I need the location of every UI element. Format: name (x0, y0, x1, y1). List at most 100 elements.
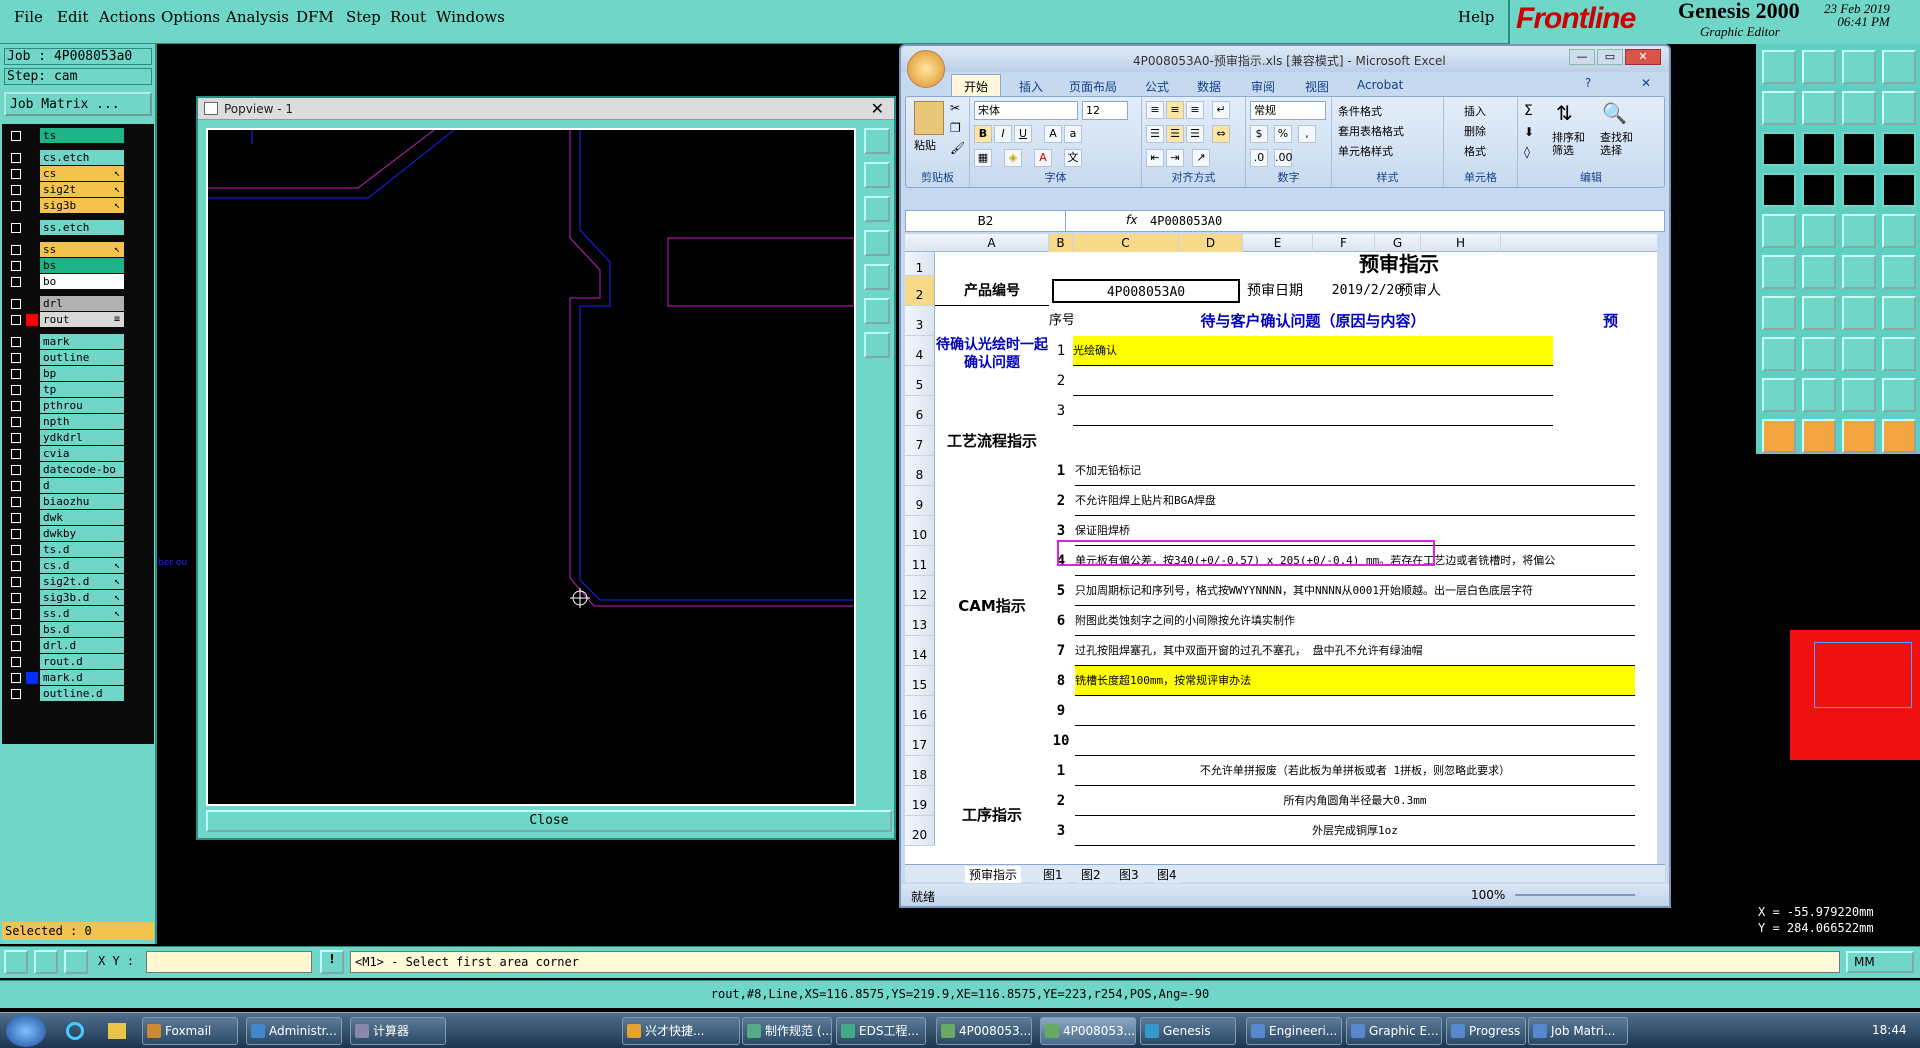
window-close-icon[interactable]: ✕ (1625, 49, 1661, 65)
layer-row[interactable]: ss.etch (2, 220, 154, 235)
home-icon[interactable] (1842, 50, 1876, 84)
tool-a-icon[interactable] (1842, 173, 1876, 207)
layer-row[interactable]: tp (2, 382, 154, 397)
row-header[interactable]: 17 (905, 726, 935, 756)
layer-row[interactable]: cs.d ↖ (2, 558, 154, 573)
layer-row[interactable]: dwkby (2, 526, 154, 541)
layer-row[interactable]: npth (2, 414, 154, 429)
layer-name[interactable]: datecode-bo (40, 462, 124, 477)
group-icon[interactable] (1882, 337, 1916, 371)
layer-checkbox[interactable] (11, 369, 21, 379)
layer-row[interactable]: rout ≡ (2, 312, 154, 327)
row-header[interactable]: 19 (905, 786, 935, 816)
layer-row[interactable]: outline.d (2, 686, 154, 701)
tab-data[interactable]: 数据 (1197, 78, 1221, 95)
layer-name[interactable]: d (40, 478, 124, 493)
formula-input[interactable]: 4P008053A0 (1150, 214, 1222, 228)
cursor4-icon[interactable] (1882, 419, 1916, 453)
arc-icon[interactable] (1842, 296, 1876, 330)
layer-checkbox[interactable] (11, 545, 21, 555)
cross-icon[interactable] (1802, 173, 1836, 207)
pending-text[interactable]: 光绘确认 (1073, 336, 1553, 366)
layer-row[interactable]: ss ↖ (2, 242, 154, 257)
layer-name[interactable]: pthrou (40, 398, 124, 413)
layer-checkbox[interactable] (11, 353, 21, 363)
layer-name[interactable]: ss.etch (40, 220, 124, 235)
zoom-level[interactable]: 100% (1471, 888, 1505, 902)
column-header[interactable]: F (1313, 234, 1375, 252)
decrease-decimal-icon[interactable]: .00 (1274, 149, 1293, 167)
format-cells-button[interactable]: 格式 (1464, 143, 1486, 159)
layer-checkbox[interactable] (11, 131, 21, 141)
layer-checkbox[interactable] (11, 641, 21, 651)
explorer-icon[interactable] (108, 1023, 126, 1039)
layer-checkbox[interactable] (11, 153, 21, 163)
comma-icon[interactable]: , (1298, 125, 1316, 143)
process-text[interactable]: 外层完成铜厚1oz (1075, 816, 1635, 846)
layer-checkbox[interactable] (11, 401, 21, 411)
sheet-tab[interactable]: 预审指示 (965, 866, 1022, 883)
function-icon[interactable]: fx (1126, 213, 1137, 227)
layer-row[interactable]: cs ↖ (2, 166, 154, 181)
copy-icon[interactable]: ❐ (950, 121, 961, 135)
layer-row[interactable]: mark (2, 334, 154, 349)
zoom-window-icon[interactable] (864, 264, 890, 290)
layer-name[interactable]: cvia (40, 446, 124, 461)
xy-input[interactable] (146, 951, 312, 973)
layer-name[interactable]: biaozhu (40, 494, 124, 509)
layer-checkbox[interactable] (11, 337, 21, 347)
fill-icon[interactable]: ⬇ (1524, 125, 1534, 139)
process-seq[interactable]: 2 (1049, 786, 1073, 816)
process-text[interactable]: 所有内角圆角半径最大0.3mm (1075, 786, 1635, 816)
column-header[interactable]: C (1073, 234, 1179, 252)
cam-text[interactable]: 附图此类蚀刻字之间的小间隙按允许填实制作 (1075, 606, 1635, 636)
layer-row[interactable]: d (2, 478, 154, 493)
triangle-icon[interactable] (1762, 378, 1796, 412)
pan-icon[interactable] (864, 230, 890, 256)
start-button[interactable] (6, 1015, 46, 1047)
pending-group-label[interactable]: 待确认光绘时一起确认问题 (935, 336, 1049, 396)
layer-checkbox[interactable] (11, 561, 21, 571)
layer-row[interactable]: ss.d ↖ (2, 606, 154, 621)
process-seq[interactable]: 3 (1049, 816, 1073, 846)
menu-analysis[interactable]: Analysis (226, 8, 289, 26)
zoom-home-icon[interactable] (864, 298, 890, 324)
row-header[interactable]: 1 (905, 252, 935, 276)
layer-checkbox[interactable] (11, 433, 21, 443)
sheet-tab[interactable]: 图4 (1153, 866, 1181, 883)
cam-text[interactable]: 只加周期标记和序列号，格式按WWYYNNNN，其中NNNN从0001开始顺越。出… (1075, 576, 1635, 606)
layer-row[interactable]: ts (2, 128, 154, 143)
layer-name[interactable]: cs.etch (40, 150, 124, 165)
ruler-icon[interactable] (1882, 91, 1916, 125)
triangle4-icon[interactable] (1882, 378, 1916, 412)
scale-icon[interactable] (1842, 132, 1876, 166)
polygon-icon[interactable] (1882, 296, 1916, 330)
line2-icon[interactable] (1802, 296, 1836, 330)
layer-name[interactable]: tp (40, 382, 124, 397)
cam-text[interactable]: 过孔按阻焊塞孔，其中双面开窗的过孔不塞孔， 盘中孔不允许有绿油帽 (1075, 636, 1635, 666)
row-header[interactable]: 16 (905, 696, 935, 726)
cell-style-button[interactable]: 单元格样式 (1338, 143, 1393, 159)
conditional-format-button[interactable]: 条件格式 (1338, 103, 1382, 119)
zoom-center-icon[interactable] (864, 332, 890, 358)
menu-edit[interactable]: Edit (57, 8, 88, 26)
underline-icon[interactable]: U (1014, 125, 1032, 143)
layer-checkbox[interactable] (11, 417, 21, 427)
process-seq[interactable]: 1 (1049, 756, 1073, 786)
layer-row[interactable]: sig2t.d ↖ (2, 574, 154, 589)
layer-name[interactable]: ts (40, 128, 124, 143)
layer-checkbox[interactable] (11, 625, 21, 635)
cam-seq[interactable]: 1 (1049, 456, 1073, 486)
row-header[interactable]: 4 (905, 336, 935, 366)
angle-icon[interactable] (1762, 296, 1796, 330)
tab-home[interactable]: 开始 (951, 74, 1002, 98)
find-select-icon[interactable]: 🔍 (1602, 101, 1627, 125)
cam-seq[interactable]: 7 (1049, 636, 1073, 666)
tab-formulas[interactable]: 公式 (1145, 78, 1169, 95)
snap-icon[interactable] (1762, 173, 1796, 207)
pad-icon[interactable] (1762, 337, 1796, 371)
decrease-indent-icon[interactable]: ⇤ (1146, 149, 1164, 167)
cam-group-label[interactable]: CAM指示 (935, 576, 1049, 636)
cam-seq[interactable]: 10 (1049, 726, 1073, 756)
product-no-cell[interactable]: 4P008053A0 (1052, 279, 1240, 303)
